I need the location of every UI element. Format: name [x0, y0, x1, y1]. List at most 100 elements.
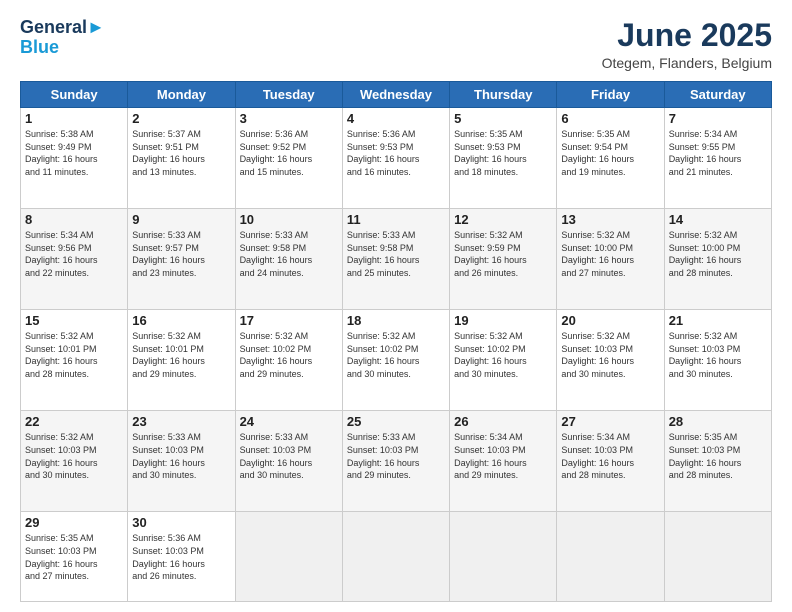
weekday-header-sunday: Sunday	[21, 82, 128, 108]
day-number: 12	[454, 212, 552, 227]
calendar-cell	[664, 512, 771, 602]
title-block: June 2025 Otegem, Flanders, Belgium	[602, 18, 772, 71]
calendar-cell: 2 Sunrise: 5:37 AM Sunset: 9:51 PM Daylig…	[128, 108, 235, 209]
calendar-cell: 24 Sunrise: 5:33 AM Sunset: 10:03 PM Dayl…	[235, 411, 342, 512]
weekday-header-tuesday: Tuesday	[235, 82, 342, 108]
day-info: Sunrise: 5:32 AM Sunset: 10:02 PM Daylig…	[347, 330, 445, 380]
calendar-table: SundayMondayTuesdayWednesdayThursdayFrid…	[20, 81, 772, 602]
calendar-cell: 20 Sunrise: 5:32 AM Sunset: 10:03 PM Dayl…	[557, 310, 664, 411]
calendar-cell	[557, 512, 664, 602]
day-info: Sunrise: 5:32 AM Sunset: 10:00 PM Daylig…	[669, 229, 767, 279]
calendar-cell: 26 Sunrise: 5:34 AM Sunset: 10:03 PM Dayl…	[450, 411, 557, 512]
day-number: 18	[347, 313, 445, 328]
calendar-cell: 17 Sunrise: 5:32 AM Sunset: 10:02 PM Dayl…	[235, 310, 342, 411]
day-info: Sunrise: 5:32 AM Sunset: 10:02 PM Daylig…	[454, 330, 552, 380]
day-number: 14	[669, 212, 767, 227]
calendar-cell: 7Sunrise: 5:34 AM Sunset: 9:55 PM Daylig…	[664, 108, 771, 209]
calendar-cell: 23 Sunrise: 5:33 AM Sunset: 10:03 PM Dayl…	[128, 411, 235, 512]
calendar-week-row: 1Sunrise: 5:38 AM Sunset: 9:49 PM Daylig…	[21, 108, 772, 209]
day-info: Sunrise: 5:38 AM Sunset: 9:49 PM Dayligh…	[25, 128, 123, 178]
calendar-week-row: 8Sunrise: 5:34 AM Sunset: 9:56 PM Daylig…	[21, 209, 772, 310]
calendar-cell: 19 Sunrise: 5:32 AM Sunset: 10:02 PM Dayl…	[450, 310, 557, 411]
day-info: Sunrise: 5:33 AM Sunset: 9:57 PM Dayligh…	[132, 229, 230, 279]
day-info: Sunrise: 5:33 AM Sunset: 10:03 PM Daylig…	[132, 431, 230, 481]
calendar-cell: 21 Sunrise: 5:32 AM Sunset: 10:03 PM Dayl…	[664, 310, 771, 411]
day-number: 16	[132, 313, 230, 328]
location: Otegem, Flanders, Belgium	[602, 55, 772, 71]
day-info: Sunrise: 5:35 AM Sunset: 9:53 PM Dayligh…	[454, 128, 552, 178]
calendar-cell: 29Sunrise: 5:35 AM Sunset: 10:03 PM Dayl…	[21, 512, 128, 602]
calendar-cell: 1Sunrise: 5:38 AM Sunset: 9:49 PM Daylig…	[21, 108, 128, 209]
calendar-cell: 28Sunrise: 5:35 AM Sunset: 10:03 PM Dayl…	[664, 411, 771, 512]
weekday-header-thursday: Thursday	[450, 82, 557, 108]
calendar-cell	[342, 512, 449, 602]
day-info: Sunrise: 5:32 AM Sunset: 10:03 PM Daylig…	[25, 431, 123, 481]
day-number: 9	[132, 212, 230, 227]
day-info: Sunrise: 5:32 AM Sunset: 9:59 PM Dayligh…	[454, 229, 552, 279]
logo-text: General►	[20, 18, 105, 38]
day-number: 27	[561, 414, 659, 429]
day-number: 3	[240, 111, 338, 126]
calendar-cell: 15 Sunrise: 5:32 AM Sunset: 10:01 PM Dayl…	[21, 310, 128, 411]
page: General► Blue June 2025 Otegem, Flanders…	[0, 0, 792, 612]
month-title: June 2025	[602, 18, 772, 53]
day-number: 15	[25, 313, 123, 328]
calendar-cell: 3 Sunrise: 5:36 AM Sunset: 9:52 PM Daylig…	[235, 108, 342, 209]
calendar-cell	[450, 512, 557, 602]
logo-text-blue: Blue	[20, 38, 105, 58]
calendar-cell: 11 Sunrise: 5:33 AM Sunset: 9:58 PM Dayli…	[342, 209, 449, 310]
day-info: Sunrise: 5:32 AM Sunset: 10:00 PM Daylig…	[561, 229, 659, 279]
day-number: 4	[347, 111, 445, 126]
day-info: Sunrise: 5:36 AM Sunset: 10:03 PM Daylig…	[132, 532, 230, 582]
calendar-cell: 5 Sunrise: 5:35 AM Sunset: 9:53 PM Daylig…	[450, 108, 557, 209]
day-info: Sunrise: 5:32 AM Sunset: 10:02 PM Daylig…	[240, 330, 338, 380]
day-info: Sunrise: 5:32 AM Sunset: 10:01 PM Daylig…	[25, 330, 123, 380]
calendar-header-row: SundayMondayTuesdayWednesdayThursdayFrid…	[21, 82, 772, 108]
day-number: 2	[132, 111, 230, 126]
calendar-cell: 16 Sunrise: 5:32 AM Sunset: 10:01 PM Dayl…	[128, 310, 235, 411]
day-number: 20	[561, 313, 659, 328]
day-info: Sunrise: 5:33 AM Sunset: 9:58 PM Dayligh…	[347, 229, 445, 279]
day-info: Sunrise: 5:34 AM Sunset: 9:55 PM Dayligh…	[669, 128, 767, 178]
calendar-cell	[235, 512, 342, 602]
day-info: Sunrise: 5:36 AM Sunset: 9:52 PM Dayligh…	[240, 128, 338, 178]
day-number: 23	[132, 414, 230, 429]
day-info: Sunrise: 5:32 AM Sunset: 10:03 PM Daylig…	[669, 330, 767, 380]
day-info: Sunrise: 5:32 AM Sunset: 10:01 PM Daylig…	[132, 330, 230, 380]
day-info: Sunrise: 5:37 AM Sunset: 9:51 PM Dayligh…	[132, 128, 230, 178]
header: General► Blue June 2025 Otegem, Flanders…	[20, 18, 772, 71]
calendar-cell: 30Sunrise: 5:36 AM Sunset: 10:03 PM Dayl…	[128, 512, 235, 602]
day-number: 25	[347, 414, 445, 429]
calendar-cell: 4 Sunrise: 5:36 AM Sunset: 9:53 PM Daylig…	[342, 108, 449, 209]
day-number: 22	[25, 414, 123, 429]
day-info: Sunrise: 5:34 AM Sunset: 10:03 PM Daylig…	[561, 431, 659, 481]
calendar-cell: 13Sunrise: 5:32 AM Sunset: 10:00 PM Dayl…	[557, 209, 664, 310]
calendar-cell: 9 Sunrise: 5:33 AM Sunset: 9:57 PM Daylig…	[128, 209, 235, 310]
day-number: 6	[561, 111, 659, 126]
day-number: 5	[454, 111, 552, 126]
calendar-cell: 14 Sunrise: 5:32 AM Sunset: 10:00 PM Dayl…	[664, 209, 771, 310]
calendar-cell: 8Sunrise: 5:34 AM Sunset: 9:56 PM Daylig…	[21, 209, 128, 310]
day-number: 28	[669, 414, 767, 429]
day-info: Sunrise: 5:33 AM Sunset: 10:03 PM Daylig…	[240, 431, 338, 481]
weekday-header-saturday: Saturday	[664, 82, 771, 108]
day-number: 26	[454, 414, 552, 429]
weekday-header-monday: Monday	[128, 82, 235, 108]
calendar-week-row: 22 Sunrise: 5:32 AM Sunset: 10:03 PM Dayl…	[21, 411, 772, 512]
day-info: Sunrise: 5:36 AM Sunset: 9:53 PM Dayligh…	[347, 128, 445, 178]
weekday-header-friday: Friday	[557, 82, 664, 108]
day-number: 10	[240, 212, 338, 227]
calendar-cell: 22 Sunrise: 5:32 AM Sunset: 10:03 PM Dayl…	[21, 411, 128, 512]
day-info: Sunrise: 5:33 AM Sunset: 10:03 PM Daylig…	[347, 431, 445, 481]
day-number: 8	[25, 212, 123, 227]
day-number: 19	[454, 313, 552, 328]
calendar-cell: 27 Sunrise: 5:34 AM Sunset: 10:03 PM Dayl…	[557, 411, 664, 512]
calendar-week-row: 29Sunrise: 5:35 AM Sunset: 10:03 PM Dayl…	[21, 512, 772, 602]
day-info: Sunrise: 5:34 AM Sunset: 10:03 PM Daylig…	[454, 431, 552, 481]
day-info: Sunrise: 5:32 AM Sunset: 10:03 PM Daylig…	[561, 330, 659, 380]
calendar-cell: 18 Sunrise: 5:32 AM Sunset: 10:02 PM Dayl…	[342, 310, 449, 411]
day-number: 17	[240, 313, 338, 328]
day-number: 11	[347, 212, 445, 227]
day-number: 21	[669, 313, 767, 328]
day-number: 24	[240, 414, 338, 429]
